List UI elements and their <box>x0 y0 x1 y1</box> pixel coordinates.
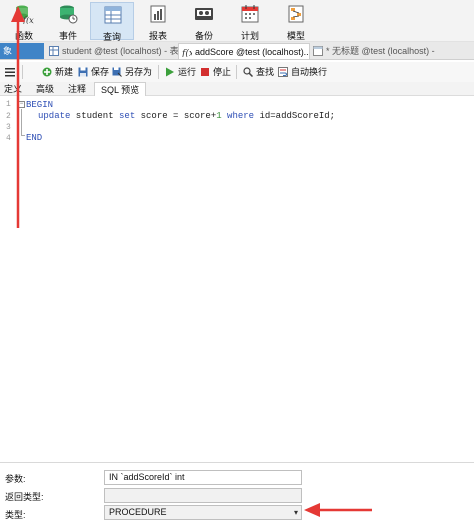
model-button-label: 模型 <box>286 31 305 41</box>
fold-toggle-icon[interactable]: − <box>18 101 25 108</box>
tab-definition-label: 定义 <box>4 84 23 94</box>
play-icon <box>166 67 174 77</box>
line-number: 2 <box>6 112 11 121</box>
toolbar-separator <box>236 65 237 79</box>
tab-sql-preview[interactable]: SQL 预览 <box>94 82 147 96</box>
tab-definition[interactable]: 定义 <box>0 82 28 96</box>
save-as-button-label: 另存为 <box>125 67 153 77</box>
event-button[interactable]: 事件 <box>46 2 90 41</box>
save-icon <box>78 67 88 77</box>
tab-objects-label: 象 <box>3 46 13 56</box>
function-icon: f(x) <box>16 5 34 24</box>
line-gutter: 1 2 3 4 − <box>0 97 25 459</box>
stop-button-label: 停止 <box>213 67 232 77</box>
save-as-icon <box>112 67 122 77</box>
tab-student-table[interactable]: student @test (localhost) - 表 <box>46 43 178 59</box>
save-button-label: 保存 <box>91 67 110 77</box>
function-button[interactable]: f(x) 函数 <box>2 2 46 41</box>
tab-untitled-query[interactable]: * 无标题 @test (localhost) - <box>310 43 474 59</box>
fold-line <box>21 109 22 135</box>
param-label: 参数: <box>5 474 26 484</box>
backup-button-label: 备份 <box>194 31 213 41</box>
toolbar-separator <box>158 65 159 79</box>
return-type-field <box>104 488 302 503</box>
tab-advanced[interactable]: 高级 <box>30 82 60 96</box>
event-icon <box>60 5 78 24</box>
wrap-icon <box>278 67 288 77</box>
code-editor[interactable]: 1 2 3 4 − BEGIN update student set score… <box>0 97 474 459</box>
tab-addscore-label: addScore @test (localhost)... <box>195 47 310 57</box>
type-select-value: PROCEDURE <box>109 507 167 517</box>
function-button-label: 函数 <box>14 31 33 41</box>
tab-addscore[interactable]: f(x) addScore @test (localhost)... <box>178 43 310 59</box>
sub-tabs: 定义 高级 注释 SQL 预览 <box>0 82 474 96</box>
query-icon <box>104 6 122 24</box>
return-type-label: 返回类型: <box>5 492 44 502</box>
param-field[interactable]: IN `addScoreId` int <box>104 470 302 485</box>
tab-bar: 象 student @test (localhost) - 表 f(x) add… <box>0 42 474 60</box>
find-button-label: 查找 <box>256 67 275 77</box>
code-line-1: BEGIN <box>26 100 54 110</box>
tab-objects[interactable]: 象 <box>0 43 44 59</box>
svg-text:f(x): f(x) <box>182 48 192 57</box>
tab-student-label: student @test (localhost) - 表 <box>62 46 178 56</box>
tab-comment-label: 注释 <box>68 84 87 94</box>
editor-toolbar: 新建 保存 另存为 运行 停止 查找 自动换行 <box>0 62 474 82</box>
schedule-button-label: 计划 <box>240 31 259 41</box>
code-line-2: update student set score = score+1 where… <box>38 111 335 121</box>
fold-line-end <box>21 135 25 136</box>
save-button[interactable]: 保存 <box>78 64 109 80</box>
backup-button[interactable]: 备份 <box>182 2 226 41</box>
query-icon <box>313 46 323 56</box>
line-number: 4 <box>6 134 11 143</box>
menu-icon[interactable] <box>4 64 16 80</box>
main-toolbar: f(x) 函数 事件 查询 报表 备份 计划 模型 <box>0 0 474 42</box>
find-button[interactable]: 查找 <box>243 64 274 80</box>
toolbar-separator <box>22 65 23 79</box>
report-button-label: 报表 <box>148 31 167 41</box>
tab-sql-preview-label: SQL 预览 <box>101 85 140 95</box>
chevron-down-icon: ▾ <box>293 508 298 517</box>
model-button[interactable]: 模型 <box>274 2 318 41</box>
line-number: 1 <box>6 100 11 109</box>
schedule-icon <box>241 5 259 23</box>
run-button-label: 运行 <box>178 67 197 77</box>
backup-icon <box>195 8 213 20</box>
report-button[interactable]: 报表 <box>136 2 180 41</box>
report-icon <box>150 5 166 23</box>
save-as-button[interactable]: 另存为 <box>112 64 152 80</box>
type-select[interactable]: PROCEDURE ▾ <box>104 505 302 520</box>
code-keyword: update <box>38 111 71 121</box>
table-icon <box>49 46 59 56</box>
autowrap-button-label: 自动换行 <box>291 67 328 77</box>
new-button[interactable]: 新建 <box>42 64 73 80</box>
autowrap-button[interactable]: 自动换行 <box>278 64 327 80</box>
model-icon <box>288 5 304 23</box>
code-text: score = score+ <box>135 111 217 121</box>
tab-advanced-label: 高级 <box>36 84 55 94</box>
tab-comment[interactable]: 注释 <box>62 82 92 96</box>
function-icon: f(x) <box>182 48 192 57</box>
stop-icon <box>201 68 209 76</box>
new-button-label: 新建 <box>55 67 74 77</box>
code-line-4: END <box>26 133 43 143</box>
schedule-button[interactable]: 计划 <box>228 2 272 41</box>
run-button[interactable]: 运行 <box>165 64 196 80</box>
search-icon <box>243 67 253 77</box>
event-button-label: 事件 <box>58 31 77 41</box>
properties-panel: 参数: IN `addScoreId` int 返回类型: 类型: PROCED… <box>0 462 474 522</box>
code-keyword: set <box>119 111 136 121</box>
code-keyword: where <box>227 111 255 121</box>
code-text: id=addScoreId; <box>254 111 336 121</box>
plus-icon <box>42 67 52 77</box>
query-button[interactable]: 查询 <box>90 2 134 42</box>
svg-text:f(x): f(x) <box>22 16 34 24</box>
tab-untitled-label: * 无标题 @test (localhost) - <box>326 46 435 56</box>
type-label: 类型: <box>5 510 26 520</box>
line-number: 3 <box>6 123 11 132</box>
code-text: student <box>70 111 120 121</box>
stop-button[interactable]: 停止 <box>200 64 231 80</box>
